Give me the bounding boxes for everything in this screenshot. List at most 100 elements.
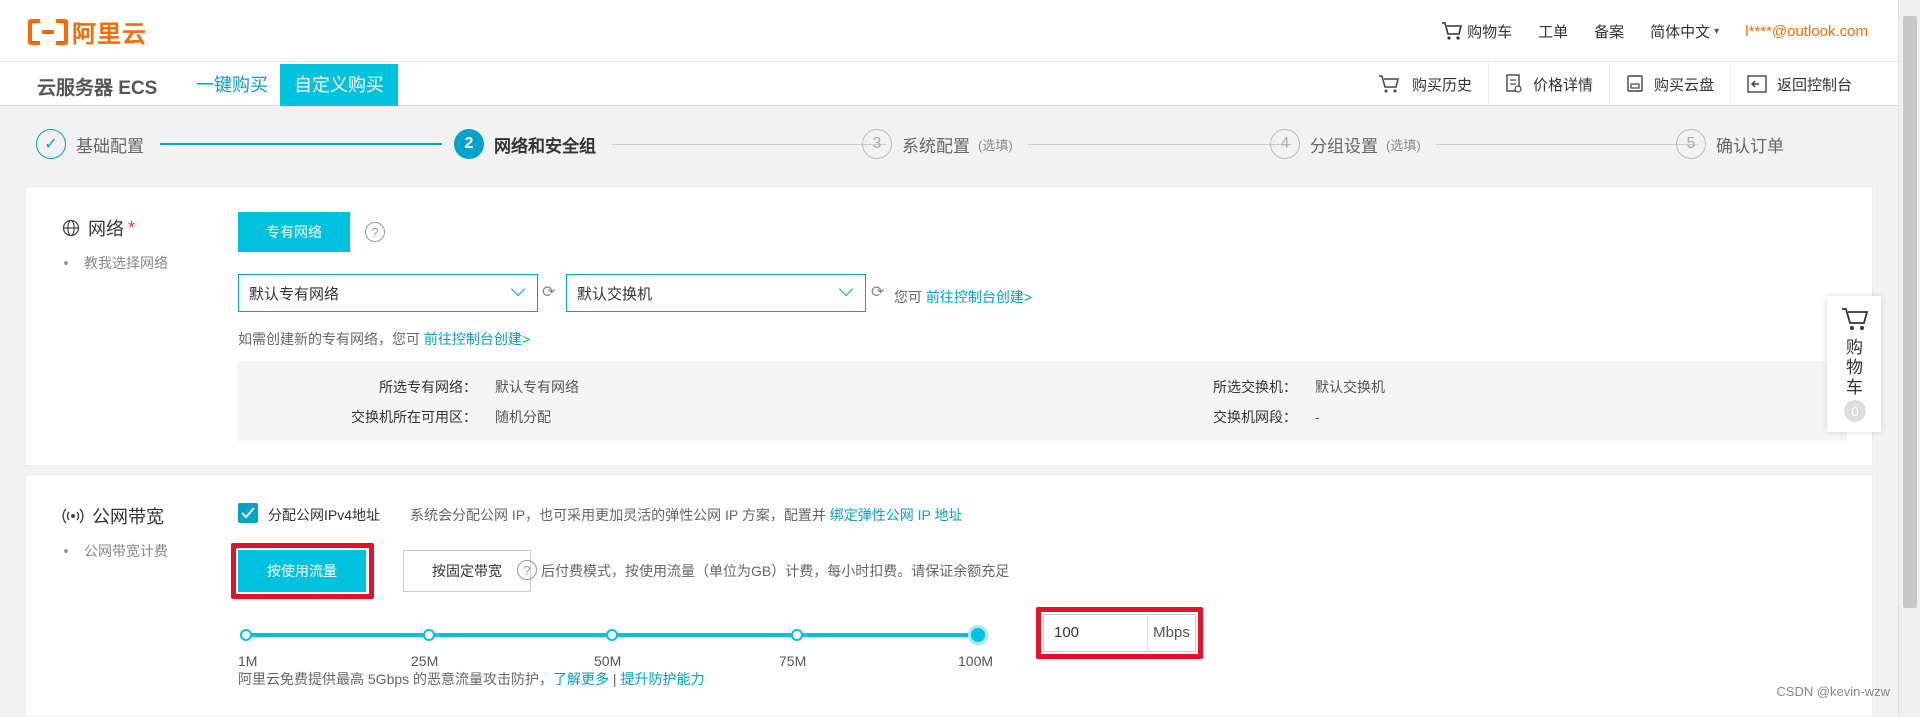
slider-tick-label: 100M bbox=[958, 653, 994, 669]
step-system-config[interactable]: 3 系统配置 (选填) bbox=[862, 128, 1013, 160]
step-label: 网络和安全组 bbox=[494, 136, 596, 156]
check-icon bbox=[241, 507, 255, 519]
billing-by-traffic-button[interactable]: 按使用流量 bbox=[238, 550, 366, 592]
learn-more-link[interactable]: 了解更多 bbox=[553, 671, 609, 687]
summary-value: 默认交换机 bbox=[1315, 379, 1385, 395]
create-vpc-hint-text: 如需创建新的专有网络，您可 bbox=[238, 331, 420, 347]
network-title-text: 网络 bbox=[88, 219, 124, 239]
step-number: 3 bbox=[862, 129, 892, 159]
help-icon[interactable]: ? bbox=[365, 222, 385, 242]
price-detail-link[interactable]: 价格详情 bbox=[1487, 62, 1609, 106]
slider-tick-dot bbox=[606, 629, 618, 641]
ticket-link[interactable]: 工单 bbox=[1538, 21, 1568, 42]
bandwidth-help-link[interactable]: 公网带宽计费 bbox=[62, 541, 168, 561]
signal-icon bbox=[62, 508, 84, 524]
slider-tick-dot bbox=[240, 629, 252, 641]
ddos-notice: 阿里云免费提供最高 5Gbps 的恶意流量攻击防护，了解更多 | 提升防护能力 bbox=[238, 669, 704, 689]
slider-tick-dot bbox=[423, 629, 435, 641]
back-icon bbox=[1747, 75, 1767, 93]
step-connector bbox=[160, 143, 442, 145]
page-scrollbar[interactable] bbox=[1898, 0, 1920, 717]
goto-console-link[interactable]: 前往控制台创建> bbox=[424, 331, 530, 347]
upgrade-protection-link[interactable]: 提升防护能力 bbox=[620, 671, 704, 687]
step-confirm-order[interactable]: 5 确认订单 bbox=[1676, 128, 1784, 160]
buy-disk-link[interactable]: 购买云盘 bbox=[1608, 62, 1730, 106]
slider-handle[interactable] bbox=[968, 625, 988, 645]
chevron-down-icon bbox=[838, 281, 854, 297]
step-optional: (选填) bbox=[978, 137, 1013, 153]
summary-key: 交换机所在可用区： bbox=[351, 409, 477, 425]
tab-quick-buy[interactable]: 一键购买 bbox=[182, 64, 282, 106]
aliyun-logo[interactable]: 阿里云 bbox=[28, 14, 147, 49]
assign-ipv4-checkbox[interactable] bbox=[238, 503, 258, 523]
step-label: 基础配置 bbox=[76, 136, 144, 156]
refresh-icon[interactable]: ⟳ bbox=[871, 282, 884, 302]
product-title: 云服务器 ECS bbox=[37, 78, 158, 99]
step-progress: ✓ 基础配置 2 网络和安全组 3 系统配置 (选填) 4 分组设置 (选填) … bbox=[36, 128, 1836, 164]
required-mark: * bbox=[128, 217, 136, 238]
tab-custom-buy[interactable]: 自定义购买 bbox=[280, 64, 398, 106]
buy-disk-label: 购买云盘 bbox=[1653, 76, 1714, 94]
summary-value: - bbox=[1315, 409, 1320, 425]
cart-icon bbox=[1442, 22, 1463, 40]
aliyun-logo-icon bbox=[28, 18, 68, 45]
step-number: 5 bbox=[1676, 129, 1706, 159]
step-label: 分组设置 bbox=[1310, 136, 1378, 156]
slider-tick-label: 25M bbox=[411, 653, 439, 669]
language-select[interactable]: 简体中文 ▾ bbox=[1650, 21, 1719, 42]
step-connector bbox=[1028, 144, 1292, 145]
create-vswitch-hint: 您可 前往控制台创建> bbox=[894, 287, 1032, 307]
step-number: 2 bbox=[454, 129, 484, 159]
account-link[interactable]: l****@outlook.com bbox=[1745, 23, 1868, 40]
bind-eip-link[interactable]: 绑定弹性公网 IP 地址 bbox=[830, 507, 963, 523]
bandwidth-panel: 公网带宽 公网带宽计费 分配公网IPv4地址 系统会分配公网 IP，也可采用更加… bbox=[25, 474, 1873, 717]
scrollbar-thumb[interactable] bbox=[1903, 16, 1917, 608]
summary-value: 默认专有网络 bbox=[495, 379, 579, 395]
assign-ipv4-desc-text: 系统会分配公网 IP，也可采用更加灵活的弹性公网 IP 方案，配置并 bbox=[410, 507, 826, 523]
top-navbar: 阿里云 购物车 工单 备案 简体中文 ▾ l****@outlook.com bbox=[0, 0, 1898, 62]
bandwidth-input[interactable]: 100 bbox=[1044, 615, 1148, 651]
refresh-icon[interactable]: ⟳ bbox=[542, 282, 555, 302]
chevron-down-icon bbox=[510, 281, 526, 297]
beian-link[interactable]: 备案 bbox=[1594, 21, 1624, 42]
back-to-console-link[interactable]: 返回控制台 bbox=[1729, 62, 1868, 106]
slider-tick-label: 1M bbox=[238, 653, 258, 669]
step-basic-config[interactable]: ✓ 基础配置 bbox=[36, 128, 144, 160]
help-icon[interactable]: ? bbox=[517, 560, 537, 580]
purchase-history-label: 购买历史 bbox=[1411, 76, 1472, 94]
vpc-type-button[interactable]: 专有网络 bbox=[238, 212, 350, 252]
purchase-history-link[interactable]: 购买历史 bbox=[1362, 62, 1488, 106]
cart-link[interactable]: 购物车 bbox=[1441, 21, 1512, 42]
summary-key: 所选交换机： bbox=[1213, 379, 1297, 395]
you-can-text: 您可 bbox=[894, 289, 922, 305]
floating-cart[interactable]: 购物车 0 bbox=[1827, 296, 1881, 432]
disk-icon bbox=[1627, 75, 1643, 92]
cart-icon bbox=[1842, 308, 1869, 330]
ddos-notice-text: 阿里云免费提供最高 5Gbps 的恶意流量攻击防护， bbox=[238, 671, 554, 687]
billing-by-fixed-button[interactable]: 按固定带宽 bbox=[403, 550, 531, 592]
document-icon bbox=[1506, 74, 1522, 93]
slider-tick-dot bbox=[791, 629, 803, 641]
step-number: 4 bbox=[1270, 129, 1300, 159]
slider-tick-label: 75M bbox=[779, 653, 807, 669]
goto-console-link[interactable]: 前往控制台创建> bbox=[926, 289, 1032, 305]
step-connector bbox=[1436, 144, 1698, 145]
vswitch-select[interactable]: 默认交换机 bbox=[566, 274, 866, 312]
step-optional: (选填) bbox=[1386, 137, 1421, 153]
vpc-select-value: 默认专有网络 bbox=[249, 285, 340, 303]
step-label: 确认订单 bbox=[1716, 136, 1784, 156]
globe-icon bbox=[62, 219, 80, 237]
vpc-select[interactable]: 默认专有网络 bbox=[238, 274, 538, 312]
summary-key: 交换机网段： bbox=[1213, 409, 1297, 425]
floating-cart-label: 购物车 bbox=[1846, 338, 1863, 397]
price-detail-label: 价格详情 bbox=[1532, 76, 1593, 94]
step-group-settings[interactable]: 4 分组设置 (选填) bbox=[1270, 128, 1421, 160]
watermark: CSDN @kevin-wzw bbox=[1776, 684, 1890, 699]
check-icon: ✓ bbox=[36, 129, 66, 159]
back-to-console-label: 返回控制台 bbox=[1776, 76, 1852, 94]
step-network-security[interactable]: 2 网络和安全组 bbox=[454, 128, 596, 160]
cart-count-badge: 0 bbox=[1844, 400, 1866, 422]
language-label: 简体中文 bbox=[1650, 23, 1711, 41]
network-title: 网络 * bbox=[62, 215, 135, 241]
network-help-link[interactable]: 教我选择网络 bbox=[62, 253, 168, 273]
